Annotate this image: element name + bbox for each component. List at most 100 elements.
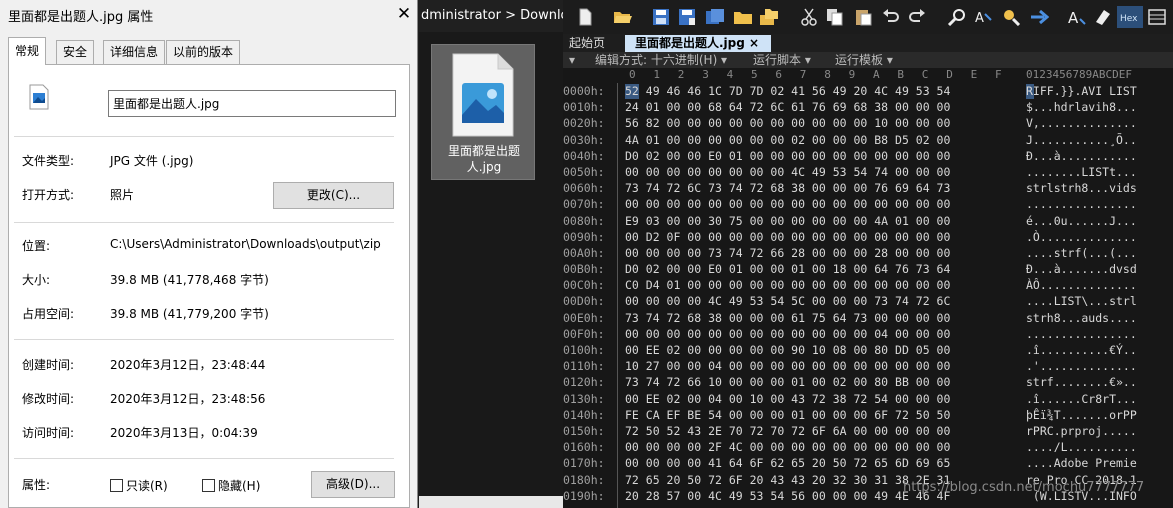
tab-open-file[interactable]: 里面都是出题人.jpg × — [625, 35, 771, 52]
font-icon[interactable]: A — [1067, 8, 1087, 26]
row-ascii[interactable]: ....strf(...(... — [1026, 245, 1137, 261]
paste-icon[interactable] — [853, 8, 873, 26]
row-bytes[interactable]: 73 74 72 66 10 00 00 00 01 00 02 00 80 B… — [625, 374, 950, 390]
row-bytes[interactable]: 00 00 00 00 41 64 6F 62 65 20 50 72 65 6… — [625, 455, 950, 471]
highlight-icon[interactable] — [1093, 8, 1113, 26]
folder-icon[interactable] — [733, 8, 753, 26]
hex-mode-icon[interactable]: Hex — [1117, 6, 1143, 28]
tab-start-page[interactable]: 起始页 — [569, 34, 605, 52]
row-bytes[interactable]: 00 00 00 00 4C 49 53 54 5C 00 00 00 73 7… — [625, 293, 950, 309]
hex-row[interactable]: 00C0h: C0 D4 01 00 00 00 00 00 00 00 00 0… — [563, 277, 1173, 293]
row-bytes[interactable]: 24 01 00 00 68 64 72 6C 61 76 69 68 38 0… — [625, 99, 950, 115]
row-bytes[interactable]: C0 D4 01 00 00 00 00 00 00 00 00 00 00 0… — [625, 277, 950, 293]
hex-row[interactable]: 0000h: 52 49 46 46 1C 7D 7D 02 41 56 49 2… — [563, 83, 1173, 99]
new-file-icon[interactable] — [575, 8, 595, 26]
row-bytes[interactable]: 73 74 72 68 38 00 00 00 61 75 64 73 00 0… — [625, 310, 950, 326]
advanced-button[interactable]: 高级(D)... — [311, 471, 395, 498]
hex-row[interactable]: 0110h: 10 27 00 00 04 00 00 00 00 00 00 0… — [563, 358, 1173, 374]
hex-row[interactable]: 0080h: E9 03 00 00 30 75 00 00 00 00 00 0… — [563, 213, 1173, 229]
hex-row[interactable]: 0140h: FE CA EF BE 54 00 00 00 01 00 00 0… — [563, 407, 1173, 423]
row-ascii[interactable]: ÀÔ.............. — [1026, 277, 1137, 293]
row-bytes[interactable]: 00 D2 0F 00 00 00 00 00 00 00 00 00 00 0… — [625, 229, 950, 245]
row-ascii[interactable]: .'.............. — [1026, 358, 1137, 374]
row-ascii[interactable]: RIFF.}}.AVI LIST — [1026, 83, 1137, 99]
file-tile[interactable]: 里面都是出题人.jpg — [431, 44, 535, 180]
row-ascii[interactable]: strh8...auds.... — [1026, 310, 1137, 326]
row-bytes[interactable]: 52 49 46 46 1C 7D 7D 02 41 56 49 20 4C 4… — [625, 83, 950, 99]
tab-details[interactable]: 详细信息 — [103, 40, 166, 64]
row-bytes[interactable]: 56 82 00 00 00 00 00 00 00 00 00 00 10 0… — [625, 115, 950, 131]
save-icon[interactable] — [651, 8, 671, 26]
row-bytes[interactable]: 00 EE 02 00 04 00 10 00 43 72 38 72 54 0… — [625, 391, 950, 407]
save-as-icon[interactable] — [677, 8, 697, 26]
close-icon[interactable]: ✕ — [394, 4, 414, 24]
goto-arrow-icon[interactable] — [1029, 8, 1049, 26]
hex-row[interactable]: 0100h: 00 EE 02 00 00 00 00 00 90 10 08 0… — [563, 342, 1173, 358]
hex-row[interactable]: 0120h: 73 74 72 66 10 00 00 00 01 00 02 0… — [563, 374, 1173, 390]
find-icon[interactable] — [947, 8, 967, 26]
filename-input[interactable]: 里面都是出题人.jpg — [108, 90, 396, 117]
row-ascii[interactable]: strlstrh8...vids — [1026, 180, 1137, 196]
change-button[interactable]: 更改(C)... — [273, 182, 394, 209]
row-ascii[interactable]: ................ — [1026, 196, 1137, 212]
hex-row[interactable]: 0150h: 72 50 52 43 2E 70 72 70 72 6F 6A 0… — [563, 423, 1173, 439]
hex-row[interactable]: 0030h: 4A 01 00 00 00 00 00 00 02 00 00 0… — [563, 132, 1173, 148]
row-bytes[interactable]: D0 02 00 00 E0 01 00 00 01 00 18 00 64 7… — [625, 261, 950, 277]
redo-icon[interactable] — [907, 8, 927, 26]
row-bytes[interactable]: 00 00 00 00 00 00 00 00 00 00 00 00 00 0… — [625, 196, 950, 212]
row-ascii[interactable]: ....Adobe Premie — [1026, 455, 1137, 471]
hex-row[interactable]: 0020h: 56 82 00 00 00 00 00 00 00 00 00 0… — [563, 115, 1173, 131]
row-ascii[interactable]: V,.............. — [1026, 115, 1137, 131]
hex-row[interactable]: 00A0h: 00 00 00 00 73 74 72 66 28 00 00 0… — [563, 245, 1173, 261]
multi-folder-icon[interactable] — [759, 8, 779, 26]
undo-icon[interactable] — [881, 8, 901, 26]
row-ascii[interactable]: ................ — [1026, 326, 1137, 342]
row-bytes[interactable]: 00 00 00 00 00 00 00 00 4C 49 53 54 74 0… — [625, 164, 950, 180]
row-ascii[interactable]: .î..........€Ý.. — [1026, 342, 1137, 358]
open-folder-icon[interactable] — [613, 8, 633, 26]
hex-row[interactable]: 00F0h: 00 00 00 00 00 00 00 00 00 00 00 0… — [563, 326, 1173, 342]
hex-row[interactable]: 0040h: D0 02 00 00 E0 01 00 00 00 00 00 0… — [563, 148, 1173, 164]
row-bytes[interactable]: 72 65 20 50 72 6F 20 43 43 20 32 30 31 3… — [625, 472, 950, 488]
row-bytes[interactable]: D0 02 00 00 E0 01 00 00 00 00 00 00 00 0… — [625, 148, 950, 164]
row-bytes[interactable]: 10 27 00 00 04 00 00 00 00 00 00 00 00 0… — [625, 358, 950, 374]
row-ascii[interactable]: Ð...à.......dvsd — [1026, 261, 1137, 277]
row-bytes[interactable]: 20 28 57 00 4C 49 53 54 56 00 00 00 49 4… — [625, 488, 950, 504]
row-bytes[interactable]: 73 74 72 6C 73 74 72 68 38 00 00 00 76 6… — [625, 180, 950, 196]
hex-row[interactable]: 0130h: 00 EE 02 00 04 00 10 00 43 72 38 7… — [563, 391, 1173, 407]
row-ascii[interactable]: ....LIST\...strl — [1026, 293, 1137, 309]
collapse-toggle[interactable]: ▾ — [569, 52, 575, 68]
row-ascii[interactable]: J...........¸Õ.. — [1026, 132, 1137, 148]
readonly-checkbox[interactable] — [110, 479, 123, 492]
row-ascii[interactable]: strf........€».. — [1026, 374, 1137, 390]
row-bytes[interactable]: FE CA EF BE 54 00 00 00 01 00 00 00 6F 7… — [625, 407, 950, 423]
row-bytes[interactable]: 00 EE 02 00 00 00 00 00 90 10 08 00 80 D… — [625, 342, 950, 358]
replace-icon[interactable]: A — [973, 8, 993, 26]
hex-row[interactable]: 0090h: 00 D2 0F 00 00 00 00 00 00 00 00 0… — [563, 229, 1173, 245]
run-script-menu[interactable]: 运行脚本 ▾ — [753, 52, 811, 68]
row-ascii[interactable]: .Ò.............. — [1026, 229, 1137, 245]
row-ascii[interactable]: þÊï¾T.......orPP — [1026, 407, 1137, 423]
row-ascii[interactable]: Ð...à........... — [1026, 148, 1137, 164]
row-ascii[interactable]: ..../L.......... — [1026, 439, 1137, 455]
row-bytes[interactable]: 4A 01 00 00 00 00 00 00 02 00 00 00 B8 D… — [625, 132, 950, 148]
hex-row[interactable]: 00B0h: D0 02 00 00 E0 01 00 00 01 00 18 0… — [563, 261, 1173, 277]
columns-icon[interactable] — [1147, 8, 1167, 26]
cut-icon[interactable] — [799, 8, 819, 26]
address-bar[interactable]: dministrator > Downloa — [419, 0, 563, 32]
hex-row[interactable]: 0160h: 00 00 00 00 2F 4C 00 00 00 00 00 0… — [563, 439, 1173, 455]
edit-as-menu[interactable]: 编辑方式: 十六进制(H) ▾ — [595, 52, 727, 68]
copy-icon[interactable] — [825, 8, 845, 26]
row-bytes[interactable]: 00 00 00 00 2F 4C 00 00 00 00 00 00 00 0… — [625, 439, 950, 455]
hex-row[interactable]: 00D0h: 00 00 00 00 4C 49 53 54 5C 00 00 0… — [563, 293, 1173, 309]
row-ascii[interactable]: rPRC.prproj..... — [1026, 423, 1137, 439]
row-bytes[interactable]: 72 50 52 43 2E 70 72 70 72 6F 6A 00 00 0… — [625, 423, 950, 439]
hex-row[interactable]: 0170h: 00 00 00 00 41 64 6F 62 65 20 50 7… — [563, 455, 1173, 471]
row-bytes[interactable]: 00 00 00 00 00 00 00 00 00 00 00 00 04 0… — [625, 326, 950, 342]
save-all-icon[interactable] — [705, 8, 725, 26]
row-ascii[interactable]: $...hdrlavih8... — [1026, 99, 1137, 115]
row-ascii[interactable]: é...0u......J... — [1026, 213, 1137, 229]
run-template-menu[interactable]: 运行模板 ▾ — [835, 52, 893, 68]
row-bytes[interactable]: E9 03 00 00 30 75 00 00 00 00 00 00 4A 0… — [625, 213, 950, 229]
tab-security[interactable]: 安全 — [56, 40, 95, 64]
